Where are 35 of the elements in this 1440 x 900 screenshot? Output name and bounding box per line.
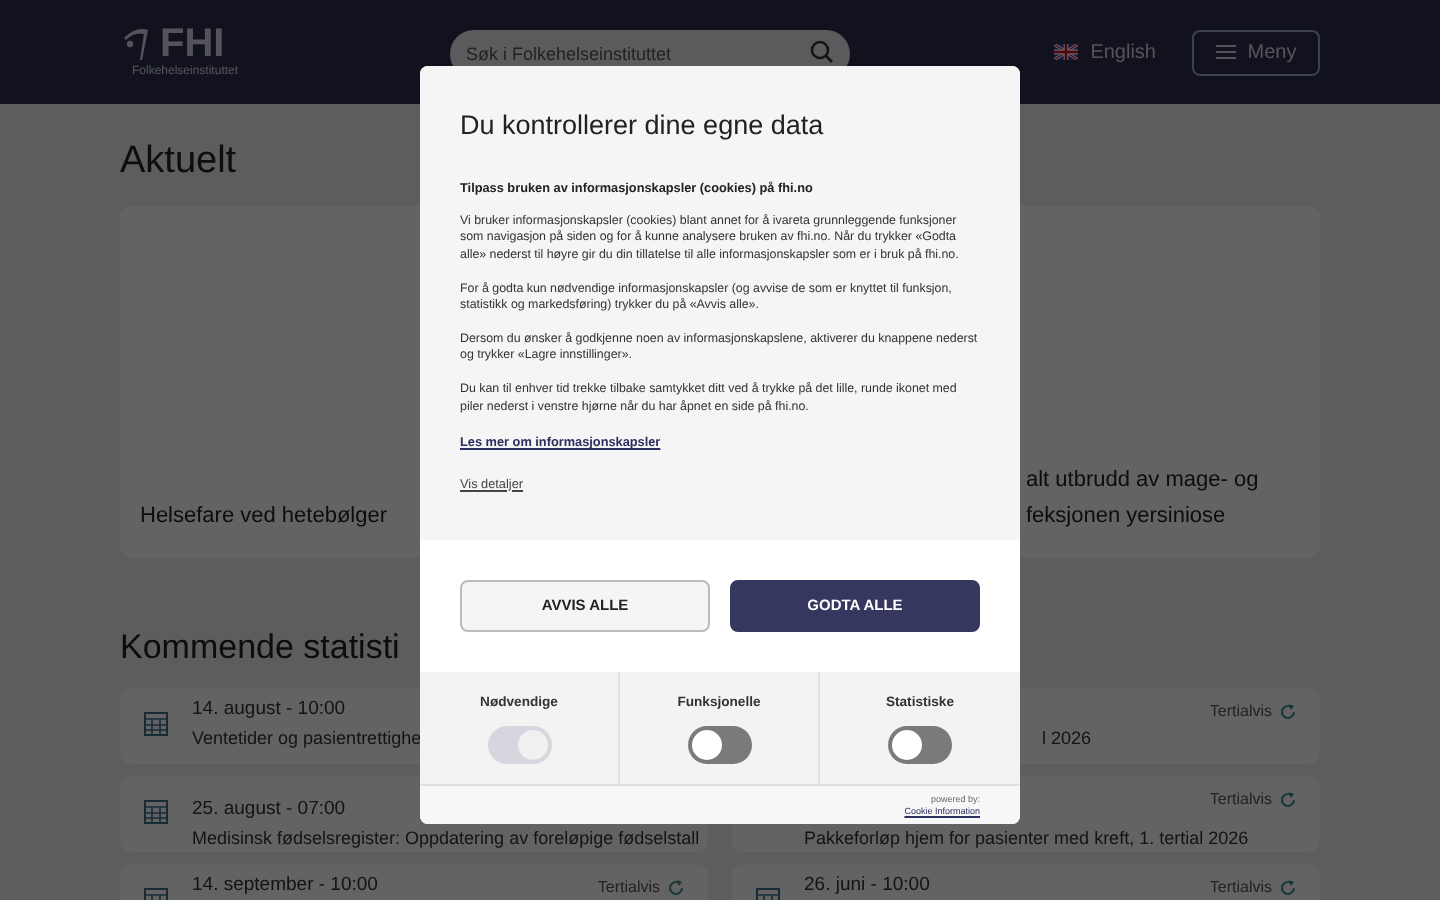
release-title[interactable]: l 2026 xyxy=(1042,724,1092,752)
frequency-label: Tertialvis xyxy=(597,876,660,900)
menu-icon xyxy=(1215,44,1236,60)
calendar-icon xyxy=(144,710,168,736)
frequency-label: Tertialvis xyxy=(1209,788,1272,812)
release-title[interactable]: Pakkeforløp hjem for pasienter med kreft, 1. tertial 2026 xyxy=(804,824,1249,852)
frequency-label: Tertialvis xyxy=(1209,876,1272,900)
refresh-icon xyxy=(1280,880,1296,896)
language-link[interactable]: English xyxy=(1090,37,1156,67)
release-date: 14. september - 10:00 xyxy=(192,872,378,900)
dialog-title: Du kontrollerer dine egne data xyxy=(460,108,824,144)
release-title[interactable]: Medisinsk fødselsregister: Oppdatering av foreløpige fødselstall xyxy=(192,824,700,852)
news-title[interactable]: feksjonen yersiniose xyxy=(1026,498,1226,534)
release-date: 14. august - 10:00 xyxy=(192,696,346,724)
toggle-switch[interactable] xyxy=(687,726,751,765)
news-title[interactable]: alt utbrudd av mage- og xyxy=(1026,462,1259,498)
statistics-card[interactable]: 14. september - 10:00 Tertialvis xyxy=(120,864,708,900)
toggle-switch[interactable] xyxy=(888,726,952,765)
release-date: 26. juni - 10:00 xyxy=(804,872,930,900)
release-title[interactable]: Ventetider og pasientrettighe xyxy=(192,724,422,752)
refresh-icon xyxy=(1280,704,1296,720)
release-date: 25. august - 07:00 xyxy=(192,796,346,824)
refresh-icon xyxy=(1280,792,1296,808)
news-title[interactable]: Helsefare ved hetebølger xyxy=(140,498,388,534)
logo-icon xyxy=(120,25,152,61)
logo-text[interactable]: FHI xyxy=(160,23,225,63)
statistics-card[interactable]: 26. juni - 10:00 Tertialvis xyxy=(732,864,1320,900)
section-heading: Kommende statisti xyxy=(120,626,400,670)
menu-button[interactable]: Meny xyxy=(1192,29,1320,75)
search-icon[interactable] xyxy=(810,40,834,64)
section-heading: Aktuelt xyxy=(120,138,237,186)
flag-icon xyxy=(1054,44,1079,60)
refresh-icon xyxy=(668,880,684,896)
frequency-label: Tertialvis xyxy=(1209,700,1272,724)
calendar-icon xyxy=(144,798,168,824)
